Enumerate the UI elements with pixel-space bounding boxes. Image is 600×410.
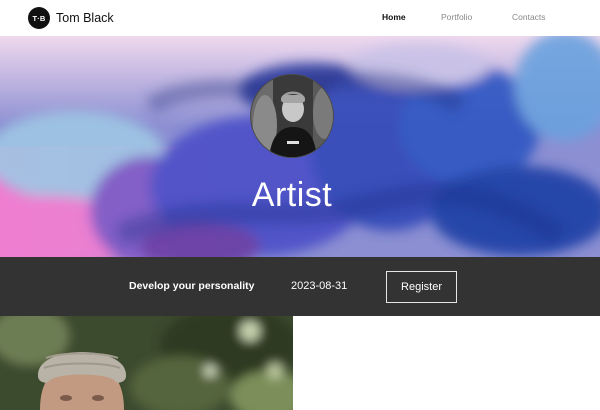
nav-home-link[interactable]: Home — [382, 12, 406, 22]
event-date: 2023-08-31 — [291, 280, 348, 292]
brand[interactable]: T·B Tom Black — [28, 7, 114, 29]
site-header: T·B Tom Black Home Portfolio Contacts — [0, 0, 600, 36]
featured-photo — [0, 316, 293, 410]
hero-title: Artist — [251, 176, 333, 214]
person-photo-image — [0, 316, 293, 410]
event-title: Develop your personality — [129, 280, 255, 292]
person-portrait-image — [251, 75, 333, 157]
brand-name: Tom Black — [56, 11, 114, 25]
page: T·B Tom Black Home Portfolio Contacts Ar… — [0, 0, 600, 410]
logo-badge: T·B — [28, 7, 50, 29]
profile-avatar — [250, 74, 334, 158]
hero-section: Artist — [0, 36, 600, 257]
nav-contacts-link[interactable]: Contacts — [512, 12, 546, 22]
event-bar: Develop your personality 2023-08-31 Regi… — [0, 257, 600, 316]
nav-portfolio-link[interactable]: Portfolio — [441, 12, 472, 22]
register-button[interactable]: Register — [386, 271, 457, 303]
